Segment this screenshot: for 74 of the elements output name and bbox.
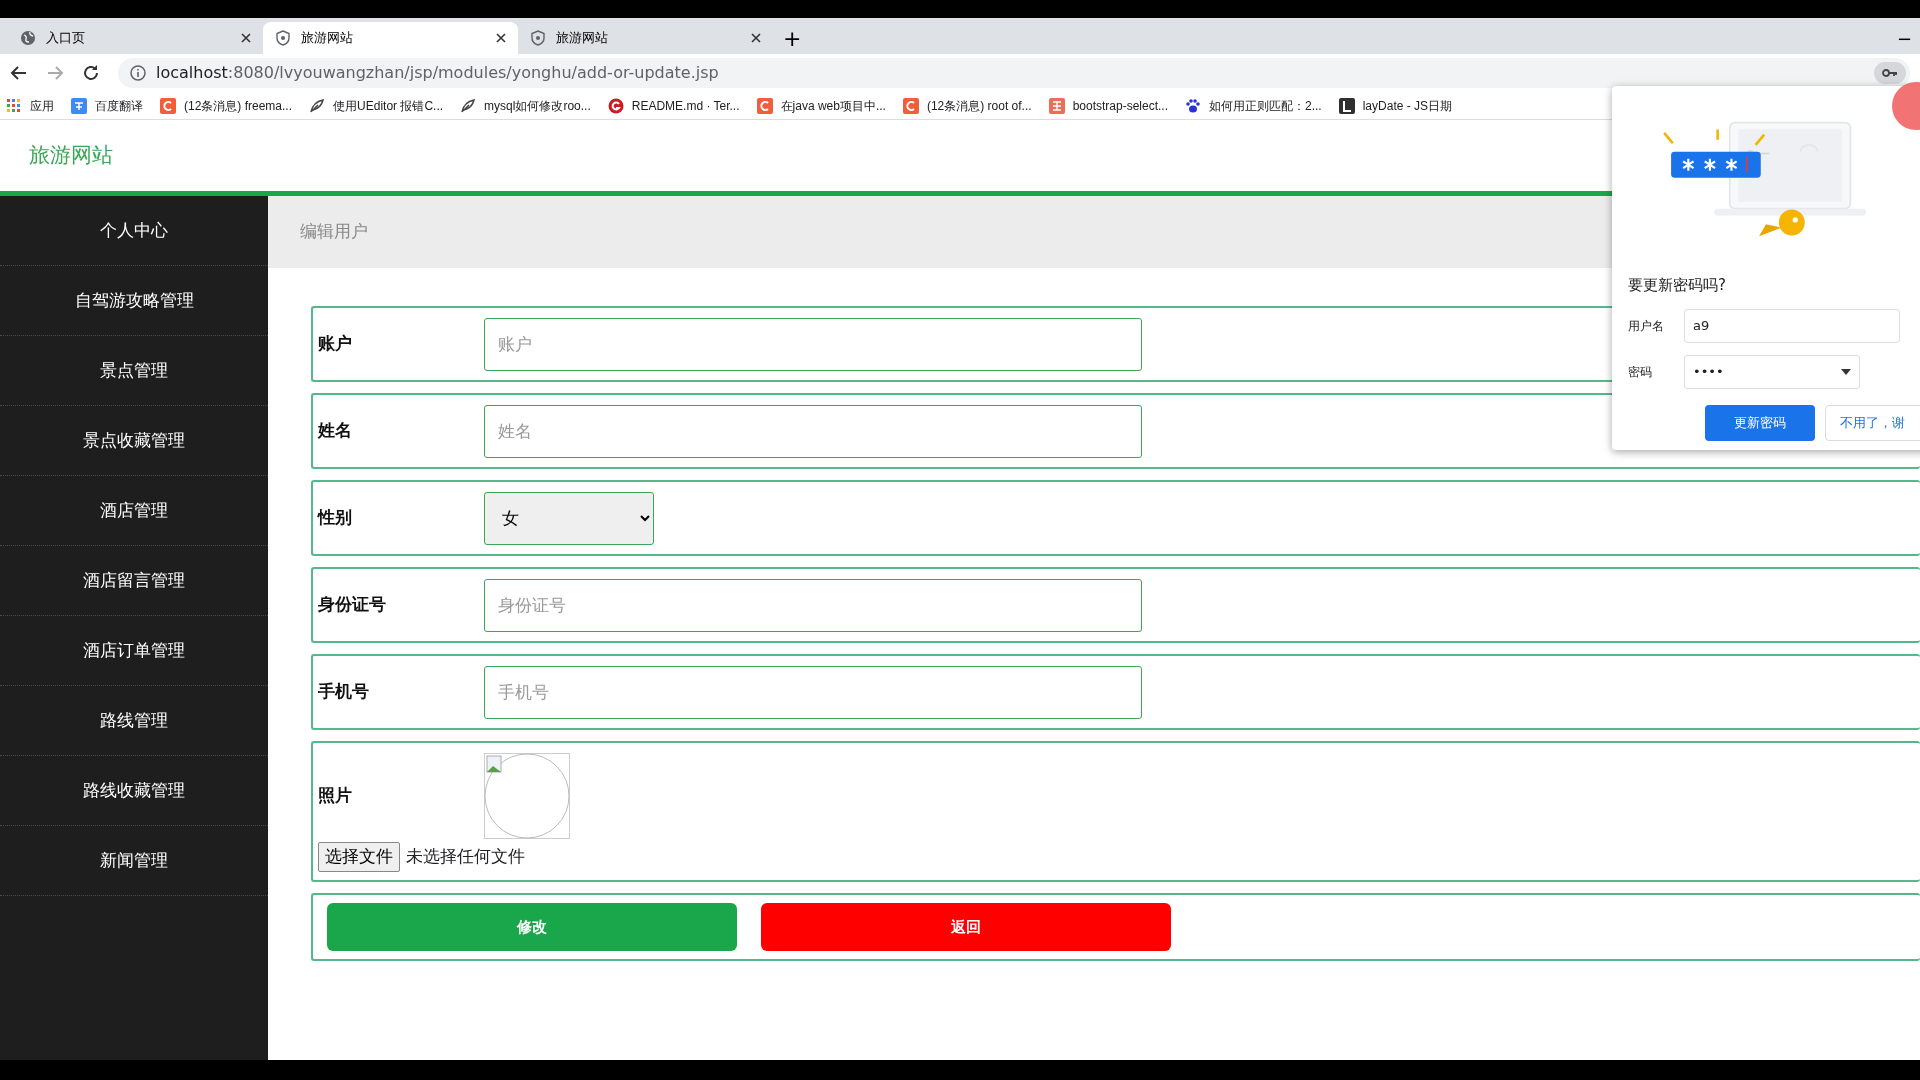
bookmark[interactable]: (12条消息) root of... (902, 96, 1032, 115)
bookmark[interactable]: layDate - JS日期 (1338, 96, 1453, 115)
apps-icon (6, 97, 22, 114)
browser-tab[interactable]: 入口页 (8, 22, 263, 54)
decline-button[interactable]: 不用了，谢 (1825, 404, 1920, 441)
password-dropdown[interactable]: •••• (1684, 354, 1860, 389)
broken-image-icon (484, 753, 570, 839)
breadcrumb-text: 编辑用户 (300, 220, 368, 244)
bookmark[interactable]: 百度翻译 (71, 96, 143, 115)
input-field[interactable]: 手机号 (484, 665, 1142, 719)
close-icon[interactable] (751, 33, 761, 43)
bookmark[interactable]: 使用UEditor 报错C... (309, 96, 444, 115)
sidebar-item[interactable]: 酒店留言管理 (0, 546, 268, 616)
book-icon (1048, 97, 1065, 114)
c-logo-icon (160, 97, 176, 114)
info-icon (130, 65, 146, 81)
close-icon[interactable] (496, 33, 506, 43)
sidebar-item[interactable]: 景点管理 (0, 336, 268, 406)
back-icon[interactable] (10, 64, 28, 82)
browser-tab[interactable]: 旅游网站 (263, 22, 518, 54)
back-button[interactable]: 返回 (761, 903, 1171, 951)
update-password-button[interactable]: 更新密码 (1705, 404, 1815, 441)
popup-title: 要更新密码吗? (1628, 275, 1727, 296)
field-label: 性别 (318, 506, 353, 530)
browser-tab[interactable]: 旅游网站 (518, 22, 773, 54)
minimize-button[interactable]: − (1888, 22, 1920, 54)
bookmark[interactable]: bootstrap-select... (1048, 96, 1168, 115)
key-icon (1882, 68, 1898, 78)
input-field[interactable]: 账户 (484, 317, 1142, 371)
globe-icon (20, 30, 36, 46)
new-tab-button[interactable]: + (773, 22, 812, 54)
input-field[interactable]: 身份证号 (484, 578, 1142, 632)
file-status-text: 未选择任何文件 (406, 845, 525, 868)
caret-icon (1841, 368, 1851, 375)
field-label: 照片 (318, 784, 353, 808)
sidebar-item[interactable]: 路线收藏管理 (0, 756, 268, 826)
bookmark[interactable]: mysql如何修改roo... (460, 96, 591, 115)
translate-icon (71, 97, 87, 114)
c-logo-icon (756, 97, 773, 114)
key-button[interactable] (1874, 62, 1906, 84)
address-bar[interactable]: localhost:8080/lvyouwangzhan/jsp/modules/yonghu/add-or-update.jsp (118, 58, 1910, 88)
sidebar-item[interactable]: 新闻管理 (0, 826, 268, 896)
password-text: •••• (1693, 362, 1724, 381)
feather-icon (309, 97, 326, 114)
choose-file-button[interactable]: 选择文件 (318, 842, 400, 872)
bookmark[interactable]: README.md · Ter... (607, 96, 740, 115)
c-logo-icon (902, 97, 919, 114)
username-field[interactable]: a9 (1684, 308, 1900, 343)
sidebar-item[interactable]: 路线管理 (0, 686, 268, 756)
select-field[interactable]: 女 (484, 491, 654, 545)
sidebar-item[interactable]: 自驾游攻略管理 (0, 266, 268, 336)
sidebar-item[interactable]: 酒店管理 (0, 476, 268, 546)
bookmark[interactable]: 如何用正则匹配：2... (1185, 96, 1322, 115)
bookmark[interactable]: 应用 (6, 96, 54, 115)
field-label: 用户名 (1628, 317, 1665, 335)
field-label: 身份证号 (318, 593, 387, 617)
sidebar-item[interactable]: 酒店订单管理 (0, 616, 268, 686)
sidebar-item[interactable]: 景点收藏管理 (0, 406, 268, 476)
field-label: 姓名 (318, 419, 353, 443)
bookmark[interactable]: 在java web项目中... (756, 96, 886, 115)
field-label: 手机号 (318, 680, 370, 704)
feather-icon (460, 97, 477, 114)
l-logo-icon (1338, 97, 1355, 114)
reload-icon[interactable] (82, 64, 100, 82)
input-field[interactable]: 姓名 (484, 404, 1142, 458)
close-icon[interactable] (241, 33, 251, 43)
shield-icon (530, 30, 546, 46)
field-label: 密码 (1628, 363, 1653, 381)
g-logo-icon (607, 97, 624, 114)
url-text: localhost:8080/lvyouwangzhan/jsp/modules/yonghu/add-or-update.jsp (156, 62, 719, 84)
bookmark[interactable]: (12条消息) freema... (160, 96, 293, 115)
paw-icon (1185, 97, 1201, 114)
shield-icon (275, 30, 291, 46)
field-label: 账户 (318, 332, 353, 356)
